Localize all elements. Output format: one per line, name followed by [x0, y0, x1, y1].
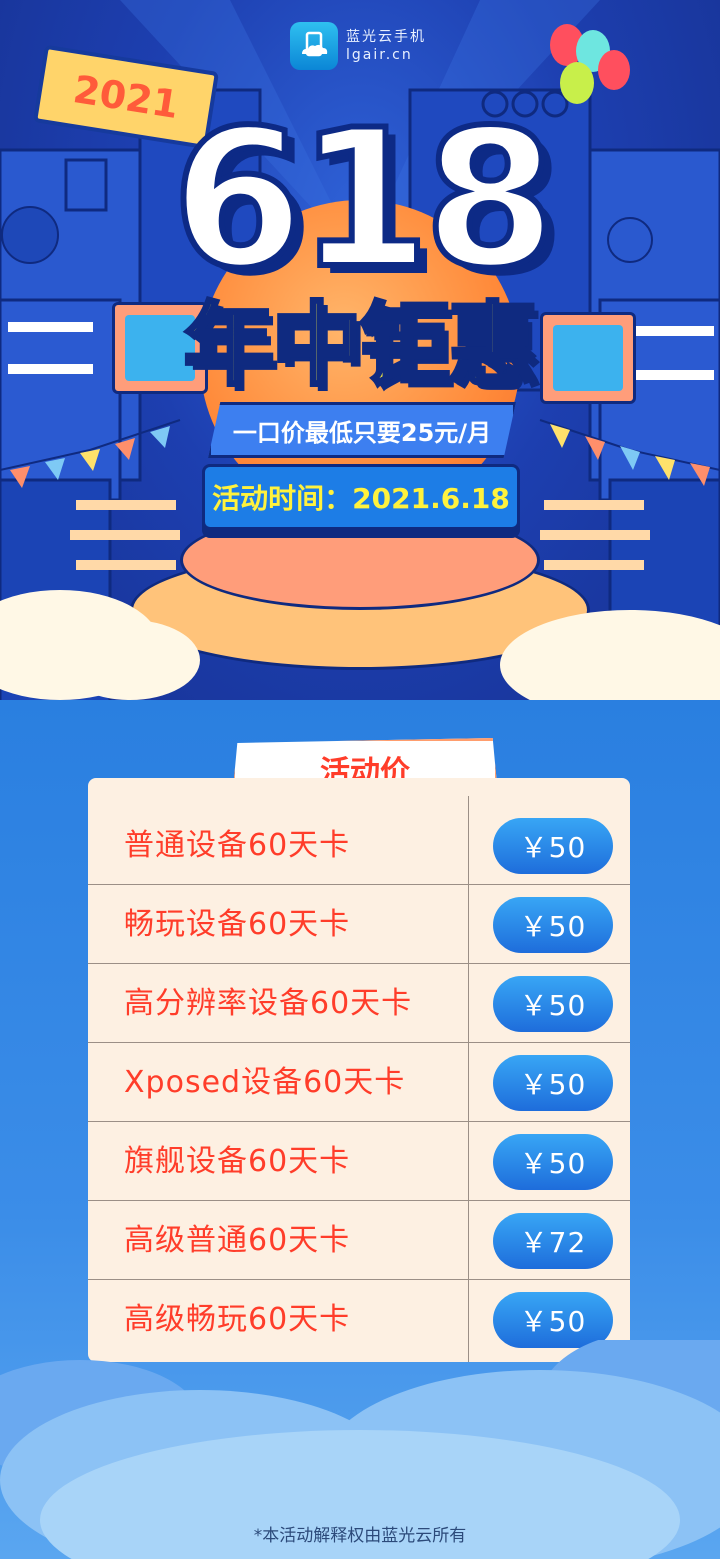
headline-618: 618	[169, 89, 560, 310]
price-button[interactable]: ￥72	[493, 1213, 613, 1269]
balloon-green-icon	[560, 62, 594, 104]
plan-name: 旗舰设备60天卡	[124, 1144, 351, 1179]
price-button[interactable]: ￥50	[493, 1134, 613, 1190]
price-row: 畅玩设备60天卡 ￥50	[88, 885, 630, 964]
price-button[interactable]: ￥50	[493, 897, 613, 953]
hero-subtitle: 年中钜惠	[182, 291, 540, 400]
brand-domain: lgair.cn	[346, 47, 413, 63]
event-time: 活动时间：2021.6.18	[202, 464, 520, 530]
plan-name: Xposed设备60天卡	[124, 1065, 406, 1100]
price-button[interactable]: ￥50	[493, 976, 613, 1032]
balloon-red2-icon	[598, 50, 630, 90]
price-button[interactable]: ￥50	[493, 818, 613, 874]
price-row: 高分辨率设备60天卡 ￥50	[88, 964, 630, 1043]
plan-name: 高分辨率设备60天卡	[124, 986, 413, 1021]
plan-name: 畅玩设备60天卡	[124, 907, 351, 942]
cloud-left-2	[60, 620, 200, 700]
price-row: 高级普通60天卡 ￥72	[88, 1201, 630, 1280]
phone-cloud-icon	[290, 22, 338, 70]
plan-name: 普通设备60天卡	[124, 828, 351, 863]
price-row: 普通设备60天卡 ￥50	[88, 806, 630, 885]
price-button[interactable]: ￥50	[493, 1055, 613, 1111]
price-ribbon: 一口价最低只要25元/月	[208, 402, 516, 458]
footer-note: *本活动解释权由蓝光云所有	[253, 1526, 467, 1546]
plan-name: 高级普通60天卡	[124, 1223, 351, 1258]
brand-name: 蓝光云手机	[346, 29, 426, 45]
brand-logo: 蓝光云手机 lgair.cn	[290, 22, 426, 70]
price-row: 旗舰设备60天卡 ￥50	[88, 1122, 630, 1201]
hero-banner: 蓝光云手机 lgair.cn 2021 618 年中钜惠 一口价最低只要25元/…	[0, 0, 720, 740]
price-row: Xposed设备60天卡 ￥50	[88, 1043, 630, 1122]
pricing-card: 普通设备60天卡 ￥50 畅玩设备60天卡 ￥50 高分辨率设备60天卡 ￥50…	[88, 778, 630, 1362]
promo-page: 蓝光云手机 lgair.cn 2021 618 年中钜惠 一口价最低只要25元/…	[0, 0, 720, 1559]
